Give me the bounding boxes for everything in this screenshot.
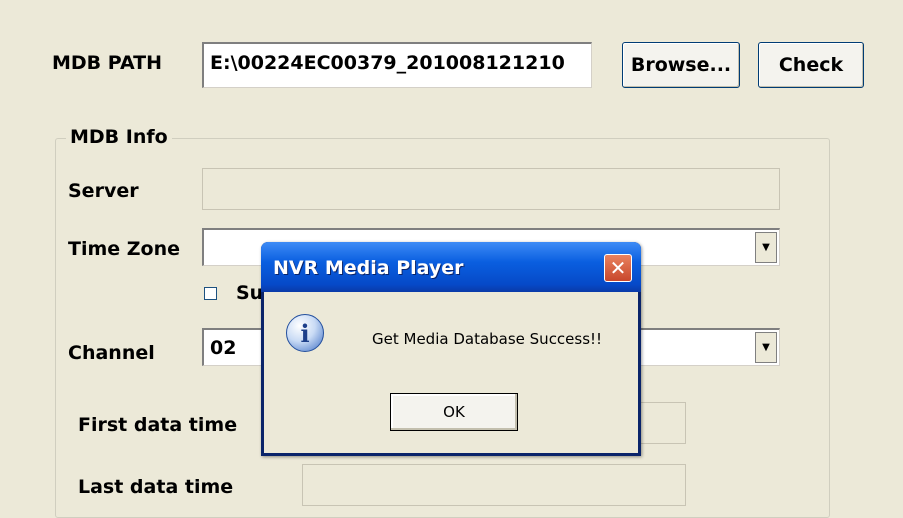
chevron-down-icon[interactable]: ▼ — [755, 332, 777, 363]
browse-button[interactable]: Browse... — [622, 42, 740, 88]
info-icon: i — [286, 314, 324, 352]
last-data-time-field — [302, 464, 686, 506]
first-data-time-label: First data time — [78, 414, 238, 436]
dialog-message: Get Media Database Success!! — [372, 330, 603, 348]
mdb-info-title: MDB Info — [66, 126, 172, 148]
server-field — [202, 168, 780, 210]
dialog-body: i Get Media Database Success!! OK — [264, 292, 638, 453]
channel-value: 02 — [210, 337, 237, 359]
dialog-title: NVR Media Player — [273, 257, 464, 279]
ok-button[interactable]: OK — [390, 393, 518, 431]
dialog-titlebar[interactable]: NVR Media Player ✕ — [261, 242, 641, 292]
close-icon[interactable]: ✕ — [604, 254, 632, 282]
chevron-down-icon[interactable]: ▼ — [755, 232, 777, 263]
message-dialog: NVR Media Player ✕ i Get Media Database … — [261, 242, 641, 456]
channel-label: Channel — [68, 342, 155, 364]
check-button[interactable]: Check — [758, 42, 864, 88]
mdb-path-input[interactable]: E:\00224EC00379_201008121210 — [202, 42, 592, 88]
server-label: Server — [68, 180, 139, 202]
mdb-path-value: E:\00224EC00379_201008121210 — [210, 52, 565, 74]
summertime-checkbox[interactable] — [204, 287, 217, 300]
timezone-label: Time Zone — [68, 238, 181, 260]
checkbox-label: Su — [236, 282, 264, 304]
mdb-path-label: MDB PATH — [52, 52, 163, 74]
